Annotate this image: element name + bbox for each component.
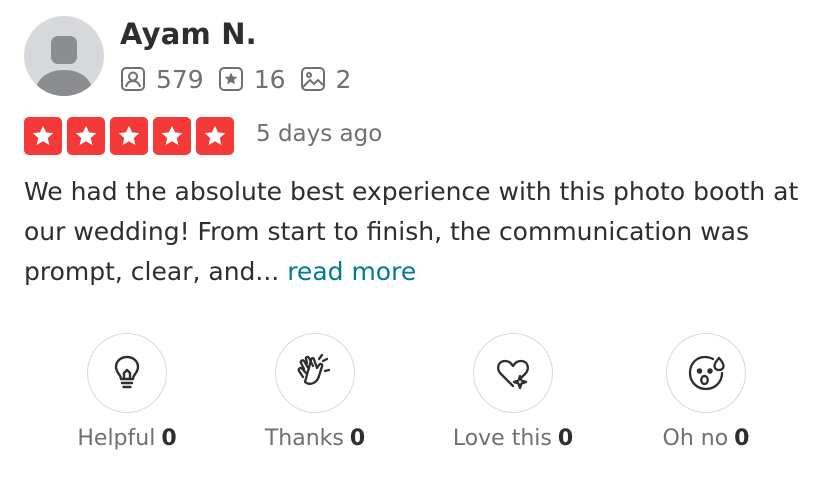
- thanks-count: 0: [349, 426, 366, 451]
- photos-stat: 2: [300, 64, 352, 94]
- reviews-count: 16: [253, 64, 286, 94]
- oh-no-button[interactable]: [666, 333, 746, 413]
- reviews-stat: 16: [218, 65, 286, 94]
- star-box: [67, 117, 105, 155]
- user-name[interactable]: Ayam N.: [120, 17, 257, 51]
- love-this-count: 0: [557, 426, 574, 451]
- helpful-text: Helpful: [77, 426, 156, 451]
- love-this-text: Love this: [452, 426, 552, 451]
- helpful-reaction[interactable]: Helpful 0: [27, 333, 227, 451]
- clapping-hands-icon: [297, 353, 331, 385]
- star-icon: [32, 125, 54, 145]
- star-box: [110, 117, 148, 155]
- star-icon: [118, 125, 140, 145]
- friends-icon: [120, 66, 146, 92]
- love-this-label: Love this 0: [453, 426, 573, 451]
- friends-stat: 579: [120, 65, 204, 94]
- user-stats: 579 16 2: [120, 62, 365, 96]
- helpful-button[interactable]: [87, 333, 167, 413]
- read-more-link[interactable]: read more: [287, 257, 416, 286]
- thanks-reaction[interactable]: Thanks 0: [215, 333, 415, 451]
- star-rating: [24, 117, 239, 155]
- star-icon: [75, 125, 97, 145]
- thanks-text: Thanks: [264, 426, 344, 451]
- thanks-label: Thanks 0: [265, 426, 365, 451]
- oh-no-text: Oh no: [662, 426, 729, 451]
- star-box: [24, 117, 62, 155]
- love-this-reaction[interactable]: Love this 0: [413, 333, 613, 451]
- star-icon: [204, 125, 226, 145]
- star-box: [153, 117, 191, 155]
- shocked-face-icon: [688, 355, 725, 391]
- friends-count: 579: [156, 64, 204, 94]
- oh-no-reaction[interactable]: Oh no 0: [606, 333, 806, 451]
- star-icon: [161, 125, 183, 145]
- photos-icon: [300, 66, 326, 92]
- heart-sparkle-icon: [497, 359, 529, 390]
- oh-no-label: Oh no 0: [663, 426, 750, 451]
- thanks-button[interactable]: [275, 333, 355, 413]
- photos-count: 2: [335, 64, 352, 94]
- star-box: [196, 117, 234, 155]
- reviews-icon: [218, 66, 244, 92]
- love-this-button[interactable]: [473, 333, 553, 413]
- avatar[interactable]: [24, 16, 104, 96]
- user-placeholder-icon: [34, 36, 94, 96]
- lightbulb-icon: [114, 355, 140, 389]
- helpful-count: 0: [161, 426, 177, 451]
- review-text: We had the absolute best experience with…: [24, 172, 814, 292]
- oh-no-count: 0: [734, 426, 750, 451]
- review-date: 5 days ago: [256, 121, 383, 147]
- helpful-label: Helpful 0: [77, 426, 176, 451]
